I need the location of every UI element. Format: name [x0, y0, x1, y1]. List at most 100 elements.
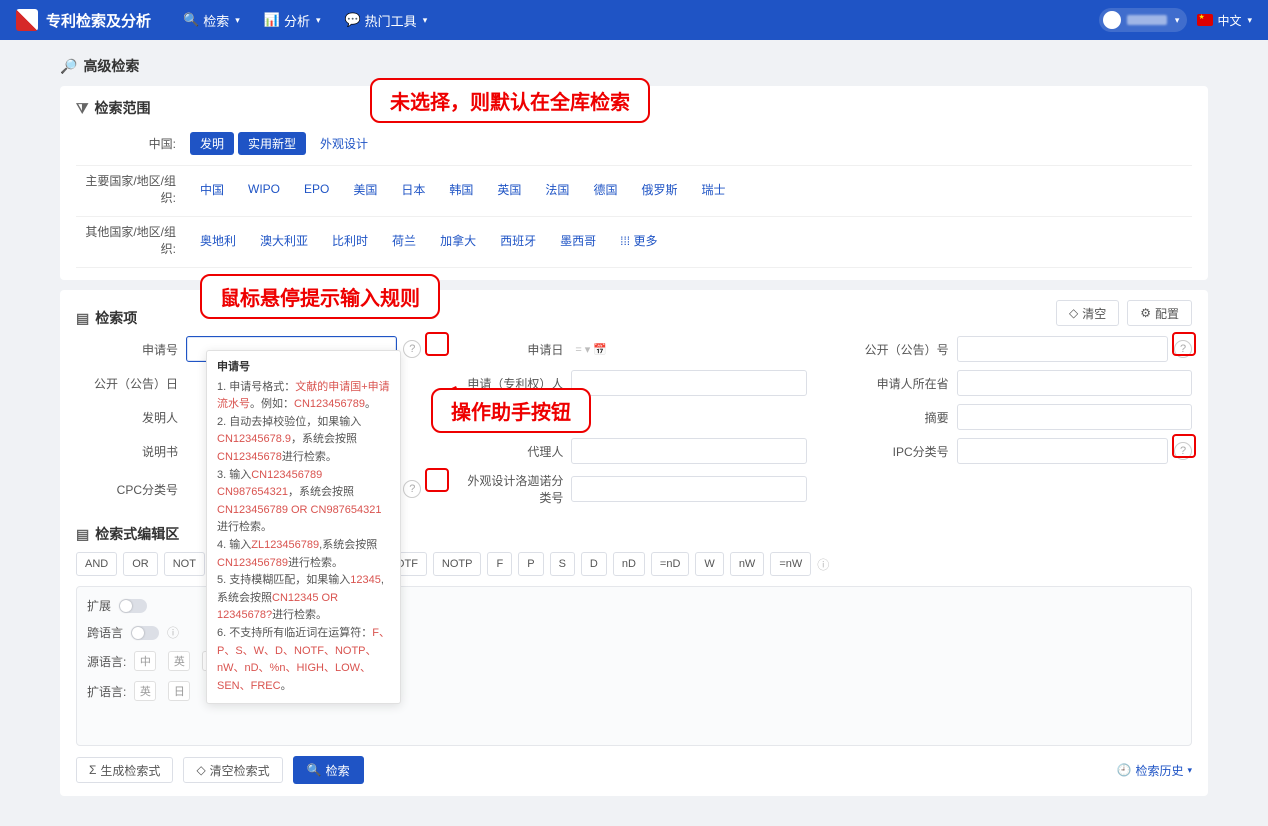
chip-design[interactable]: 外观设计: [310, 132, 378, 155]
chip-country[interactable]: 墨西哥: [550, 229, 606, 252]
chip-country[interactable]: 德国: [583, 178, 627, 201]
chevron-down-icon: ▾: [316, 15, 321, 26]
helper-icon[interactable]: ?: [1174, 340, 1192, 358]
field-abstract: 摘要: [847, 404, 1192, 430]
search-icon: 🔍: [307, 763, 322, 777]
brand-icon: [16, 9, 38, 31]
scope-main-row: 主要国家/地区/组织: 中国 WIPO EPO 美国 日本 韩国 英国 法国 德…: [76, 166, 1192, 217]
op-p[interactable]: P: [518, 552, 543, 576]
op-w[interactable]: W: [695, 552, 723, 576]
helper-icon[interactable]: ?: [1174, 442, 1192, 460]
clear-expr-button[interactable]: ◇清空检索式: [183, 757, 282, 783]
chip-invention[interactable]: 发明: [190, 132, 234, 155]
chip-country[interactable]: 英国: [487, 178, 531, 201]
search-history-link[interactable]: 🕘检索历史▾: [1117, 762, 1193, 779]
chip-country[interactable]: WIPO: [238, 179, 290, 199]
chip-country[interactable]: 西班牙: [490, 229, 546, 252]
op-f[interactable]: F: [487, 552, 512, 576]
scope-china-row: 中国: 发明 实用新型 外观设计: [76, 126, 1192, 166]
sigma-icon: Σ: [89, 763, 96, 777]
scope-card: ⧩检索范围 中国: 发明 实用新型 外观设计 主要国家/地区/组织: 中国 WI…: [60, 86, 1208, 280]
scope-other-label: 其他国家/地区/组织:: [76, 223, 186, 257]
field-design-class: 外观设计洛迦诺分类号: [461, 472, 806, 506]
op-eqnd[interactable]: =nD: [651, 552, 690, 576]
nav-tools[interactable]: 💬热门工具▾: [332, 11, 439, 30]
chip-utility[interactable]: 实用新型: [238, 132, 306, 155]
app-number-tooltip: 申请号 1. 申请号格式：文献的申请国+申请流水号。例如：CN123456789…: [206, 350, 401, 704]
chip-country[interactable]: 美国: [343, 178, 387, 201]
chip-country[interactable]: 法国: [535, 178, 579, 201]
op-or[interactable]: OR: [123, 552, 158, 576]
chip-country[interactable]: 中国: [190, 178, 234, 201]
op-and[interactable]: AND: [76, 552, 117, 576]
design-class-input[interactable]: [571, 476, 806, 502]
abstract-input[interactable]: [957, 404, 1192, 430]
helper-icon[interactable]: ?: [403, 340, 421, 358]
chip-country[interactable]: 奥地利: [190, 229, 246, 252]
field-agent: 代理人: [461, 438, 806, 464]
gear-icon: ⚙: [1140, 306, 1151, 320]
user-menu[interactable]: ▾: [1099, 8, 1188, 32]
info-icon[interactable]: ⓘ: [817, 556, 829, 573]
crosslang-toggle[interactable]: [131, 626, 159, 640]
op-not[interactable]: NOT: [164, 552, 205, 576]
chip-country[interactable]: 加拿大: [430, 229, 486, 252]
annotation-helper-button: 操作助手按钮: [431, 388, 591, 433]
agent-input[interactable]: [571, 438, 806, 464]
chevron-down-icon: ▾: [1175, 15, 1180, 26]
op-d[interactable]: D: [581, 552, 607, 576]
lang-chip-en[interactable]: 英: [168, 651, 190, 671]
chip-country[interactable]: 日本: [391, 178, 435, 201]
op-eqnw[interactable]: =nW: [770, 552, 811, 576]
ipc-input[interactable]: [957, 438, 1168, 464]
form-title: 检索项: [95, 308, 137, 328]
brand-text: 专利检索及分析: [46, 10, 151, 31]
clear-form-button[interactable]: ◇清空: [1056, 300, 1119, 326]
chip-country[interactable]: EPO: [294, 179, 339, 199]
chevron-down-icon: ▾: [1247, 15, 1252, 26]
nav-analyze[interactable]: 📊分析▾: [252, 11, 333, 30]
scope-other-row: 其他国家/地区/组织: 奥地利 澳大利亚 比利时 荷兰 加拿大 西班牙 墨西哥 …: [76, 217, 1192, 268]
op-notp[interactable]: NOTP: [433, 552, 482, 576]
chip-country[interactable]: 荷兰: [382, 229, 426, 252]
chip-country[interactable]: 韩国: [439, 178, 483, 201]
chip-country[interactable]: 比利时: [322, 229, 378, 252]
chip-country[interactable]: 俄罗斯: [631, 178, 687, 201]
helper-icon[interactable]: ?: [403, 480, 421, 498]
expand-toggle[interactable]: [119, 599, 147, 613]
generate-expr-button[interactable]: Σ生成检索式: [76, 757, 173, 783]
lang-chip-en[interactable]: 英: [134, 681, 156, 701]
username-blurred: [1127, 15, 1167, 25]
applicant-input[interactable]: [571, 370, 806, 396]
annotation-frame: [425, 468, 449, 492]
chip-more[interactable]: ⁞⁞⁞ 更多: [610, 229, 667, 252]
brand: 专利检索及分析: [16, 9, 151, 31]
list-icon: ▤: [76, 310, 89, 327]
pub-number-input[interactable]: [957, 336, 1168, 362]
scope-main-label: 主要国家/地区/组织:: [76, 172, 186, 206]
annotation-hover-tip: 鼠标悬停提示输入规则: [200, 274, 440, 319]
chevron-down-icon: ▾: [1187, 765, 1192, 776]
op-s[interactable]: S: [550, 552, 575, 576]
annotation-default-scope: 未选择，则默认在全库检索: [370, 78, 650, 123]
chevron-down-icon: ▾: [423, 15, 428, 26]
info-icon[interactable]: ⓘ: [167, 624, 179, 641]
scope-title: 检索范围: [95, 98, 151, 118]
field-ipc: IPC分类号 ?: [847, 438, 1192, 464]
search-button[interactable]: 🔍检索: [293, 756, 364, 784]
avatar-icon: [1103, 11, 1121, 29]
lang-chip-zh[interactable]: 中: [134, 651, 156, 671]
nav-search[interactable]: 🔍检索▾: [171, 11, 252, 30]
clock-icon: 🕘: [1117, 763, 1132, 777]
date-range-icon[interactable]: = ▾ 📅: [575, 343, 607, 356]
chip-country[interactable]: 瑞士: [691, 178, 735, 201]
op-nw[interactable]: nW: [730, 552, 765, 576]
language-switch[interactable]: 中文 ▾: [1197, 12, 1252, 29]
field-app-date: 申请日 = ▾ 📅: [461, 336, 806, 362]
op-nd[interactable]: nD: [613, 552, 645, 576]
chevron-down-icon: ▾: [235, 15, 240, 26]
chip-country[interactable]: 澳大利亚: [250, 229, 318, 252]
lang-chip-jp[interactable]: 日: [168, 681, 190, 701]
config-button[interactable]: ⚙配置: [1127, 300, 1192, 326]
app-province-input[interactable]: [957, 370, 1192, 396]
